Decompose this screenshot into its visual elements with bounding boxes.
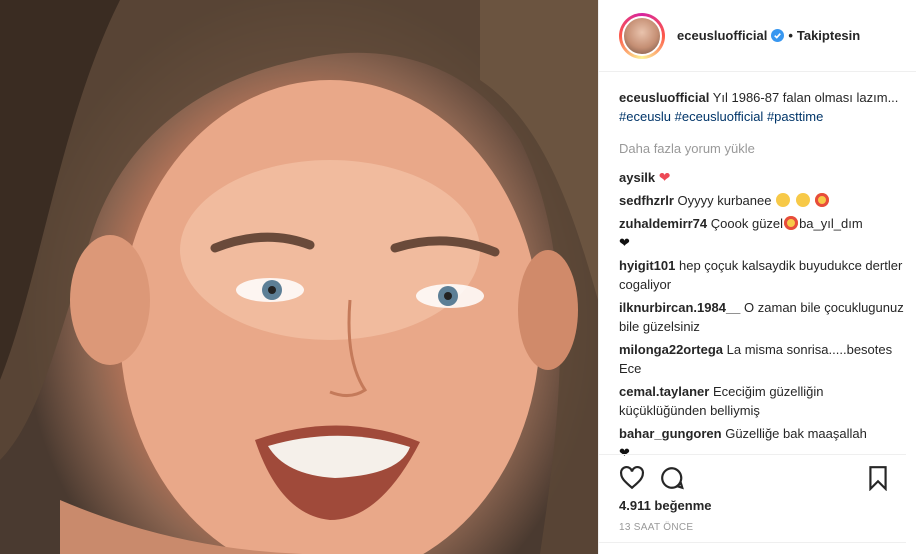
heart-icon[interactable] [619,465,645,491]
hashtag-link[interactable]: #eceusluofficial [675,109,764,124]
hashtag-link[interactable]: #pasttime [767,109,823,124]
avatar[interactable] [619,12,665,59]
emoji-icon [795,193,810,207]
comment-item: hyigit101 hep çoçuk kalsaydik buyudukce … [619,256,906,294]
post-side-panel: eceusluofficial • Takiptesin eceusluoffi… [598,0,916,554]
emoji-icon [776,193,791,207]
comment-text-2: ba_yıl_dım [799,216,863,231]
comment-item: sedfhzrlr Oyyyy kurbanee [619,191,906,210]
verified-badge-icon [771,29,785,42]
comment-item: aysilk ❤ [619,168,906,187]
hashtag-link[interactable]: #eceuslu [619,109,671,124]
comment-item: cemal.taylaner Ececiğim güzelliğin küçük… [619,382,906,420]
load-more-comments-link[interactable]: Daha fazla yorum yükle [619,141,906,156]
comments-list: eceusluofficial Yıl 1986-87 falan olması… [619,88,906,466]
photo-illustration [0,0,598,554]
heart-eyes-emoji-icon [784,216,799,230]
comment-username[interactable]: cemal.taylaner [619,384,709,399]
comment-text: Güzelliğe bak maaşallah [725,426,867,441]
comment-item: ilknurbircan.1984__ O zaman bile çocuklu… [619,298,906,336]
comment-item: milonga22ortega La misma sonrisa.....bes… [619,340,906,378]
username-link[interactable]: eceusluofficial [677,28,767,43]
comment-username[interactable]: sedfhzrlr [619,193,674,208]
comment-text: Oyyyy kurbanee [677,193,772,208]
caption-text: Yıl 1986-87 falan olması lazım... [712,90,899,105]
comment-username[interactable]: hyigit101 [619,258,675,273]
heart-eyes-emoji-icon [815,193,830,207]
caption-username[interactable]: eceusluofficial [619,90,709,105]
post-window: eceusluofficial • Takiptesin eceusluoffi… [0,0,916,554]
post-timestamp[interactable]: 13 SAAT ÖNCE [619,522,693,533]
bookmark-icon[interactable] [865,465,891,491]
post-photo[interactable] [0,0,598,554]
divider [599,542,906,543]
comment-username[interactable]: zuhaldemirr74 [619,216,707,231]
comment-item: zuhaldemirr74 Çoook güzel ba_yıl_dım ❤ [619,214,906,252]
comment-username[interactable]: aysilk [619,170,655,185]
avatar-image [622,15,662,56]
caption: eceusluofficial Yıl 1986-87 falan olması… [619,88,906,126]
post-header: eceusluofficial • Takiptesin [599,0,916,72]
comment-username[interactable]: ilknurbircan.1984__ [619,300,740,315]
action-bar [599,454,906,498]
follow-status-button[interactable]: Takiptesin [797,28,860,43]
red-heart-emoji: ❤ [658,169,671,185]
likes-count[interactable]: 4.911 beğenme [619,498,712,513]
comment-text: Çoook güzel [710,216,784,231]
black-heart-emoji: ❤ [619,235,630,250]
comment-username[interactable]: milonga22ortega [619,342,723,357]
separator-dot: • [788,28,793,43]
comment-username[interactable]: bahar_gungoren [619,426,722,441]
comment-icon[interactable] [659,465,685,491]
